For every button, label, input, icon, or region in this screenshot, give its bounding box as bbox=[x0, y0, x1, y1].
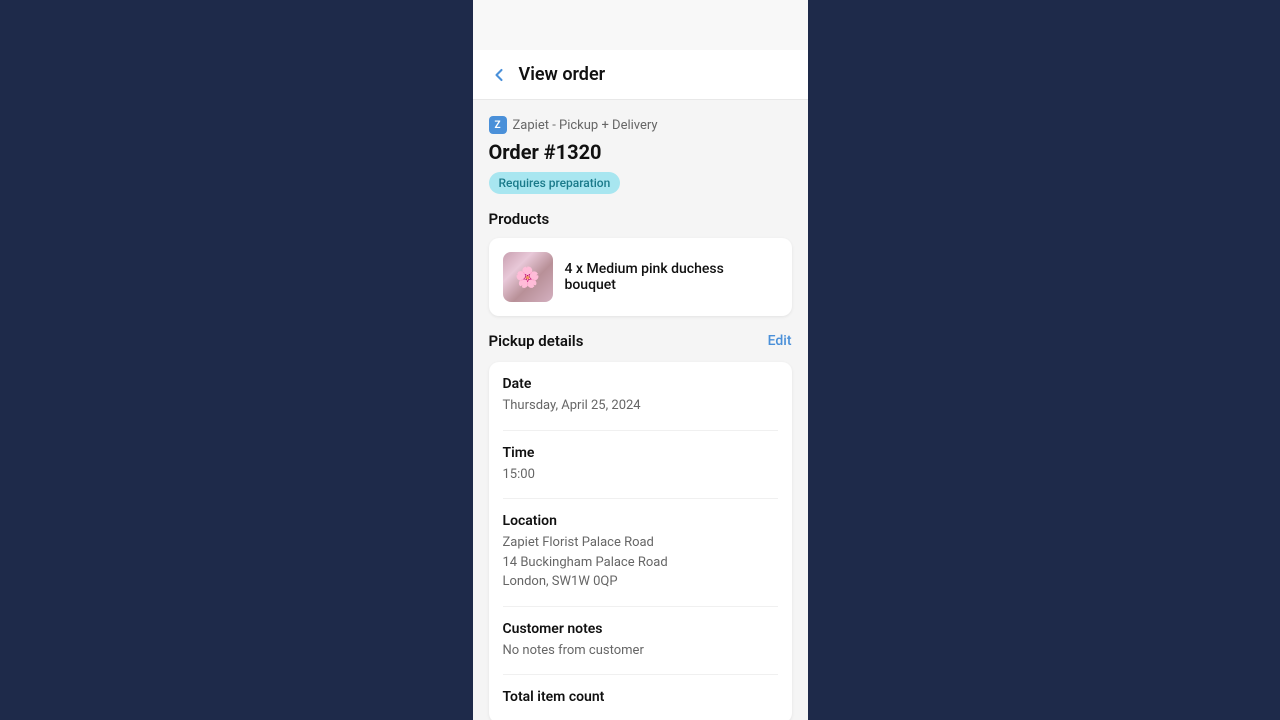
time-row: Time 15:00 bbox=[503, 431, 778, 500]
phone-container: View order Z Zapiet - Pickup + Delivery … bbox=[473, 0, 808, 720]
location-line3: London, SW1W 0QP bbox=[503, 572, 778, 592]
location-line2: 14 Buckingham Palace Road bbox=[503, 553, 778, 573]
date-value: Thursday, April 25, 2024 bbox=[503, 396, 778, 416]
total-row: Total item count bbox=[503, 675, 778, 720]
product-card: 🌸 4 x Medium pink duchess bouquet bbox=[489, 238, 792, 316]
location-row: Location Zapiet Florist Palace Road 14 B… bbox=[503, 499, 778, 607]
back-button[interactable] bbox=[489, 65, 509, 85]
page-title: View order bbox=[519, 64, 606, 85]
requires-preparation-badge: Requires preparation bbox=[489, 172, 621, 194]
product-name: 4 x Medium pink duchess bouquet bbox=[565, 261, 778, 293]
notes-label: Customer notes bbox=[503, 621, 778, 637]
date-label: Date bbox=[503, 376, 778, 392]
date-row: Date Thursday, April 25, 2024 bbox=[503, 362, 778, 431]
source-name: Zapiet - Pickup + Delivery bbox=[513, 118, 658, 133]
content-area[interactable]: Z Zapiet - Pickup + Delivery Order #1320… bbox=[473, 100, 808, 720]
time-label: Time bbox=[503, 445, 778, 461]
order-number: Order #1320 bbox=[489, 140, 792, 164]
time-value: 15:00 bbox=[503, 465, 778, 485]
notes-row: Customer notes No notes from customer bbox=[503, 607, 778, 676]
product-image: 🌸 bbox=[503, 252, 553, 302]
product-image-placeholder: 🌸 bbox=[503, 252, 553, 302]
location-value: Zapiet Florist Palace Road 14 Buckingham… bbox=[503, 533, 778, 592]
status-bar bbox=[473, 0, 808, 50]
view-order-header: View order bbox=[473, 50, 808, 100]
total-label: Total item count bbox=[503, 689, 778, 705]
pickup-section-title: Pickup details bbox=[489, 332, 584, 350]
pickup-details-header: Pickup details Edit bbox=[489, 332, 792, 350]
edit-button[interactable]: Edit bbox=[768, 333, 792, 349]
location-line1: Zapiet Florist Palace Road bbox=[503, 533, 778, 553]
products-section-title: Products bbox=[489, 210, 792, 228]
source-icon: Z bbox=[489, 116, 507, 134]
location-label: Location bbox=[503, 513, 778, 529]
source-label: Z Zapiet - Pickup + Delivery bbox=[489, 116, 792, 134]
notes-value: No notes from customer bbox=[503, 641, 778, 661]
details-card: Date Thursday, April 25, 2024 Time 15:00… bbox=[489, 362, 792, 720]
